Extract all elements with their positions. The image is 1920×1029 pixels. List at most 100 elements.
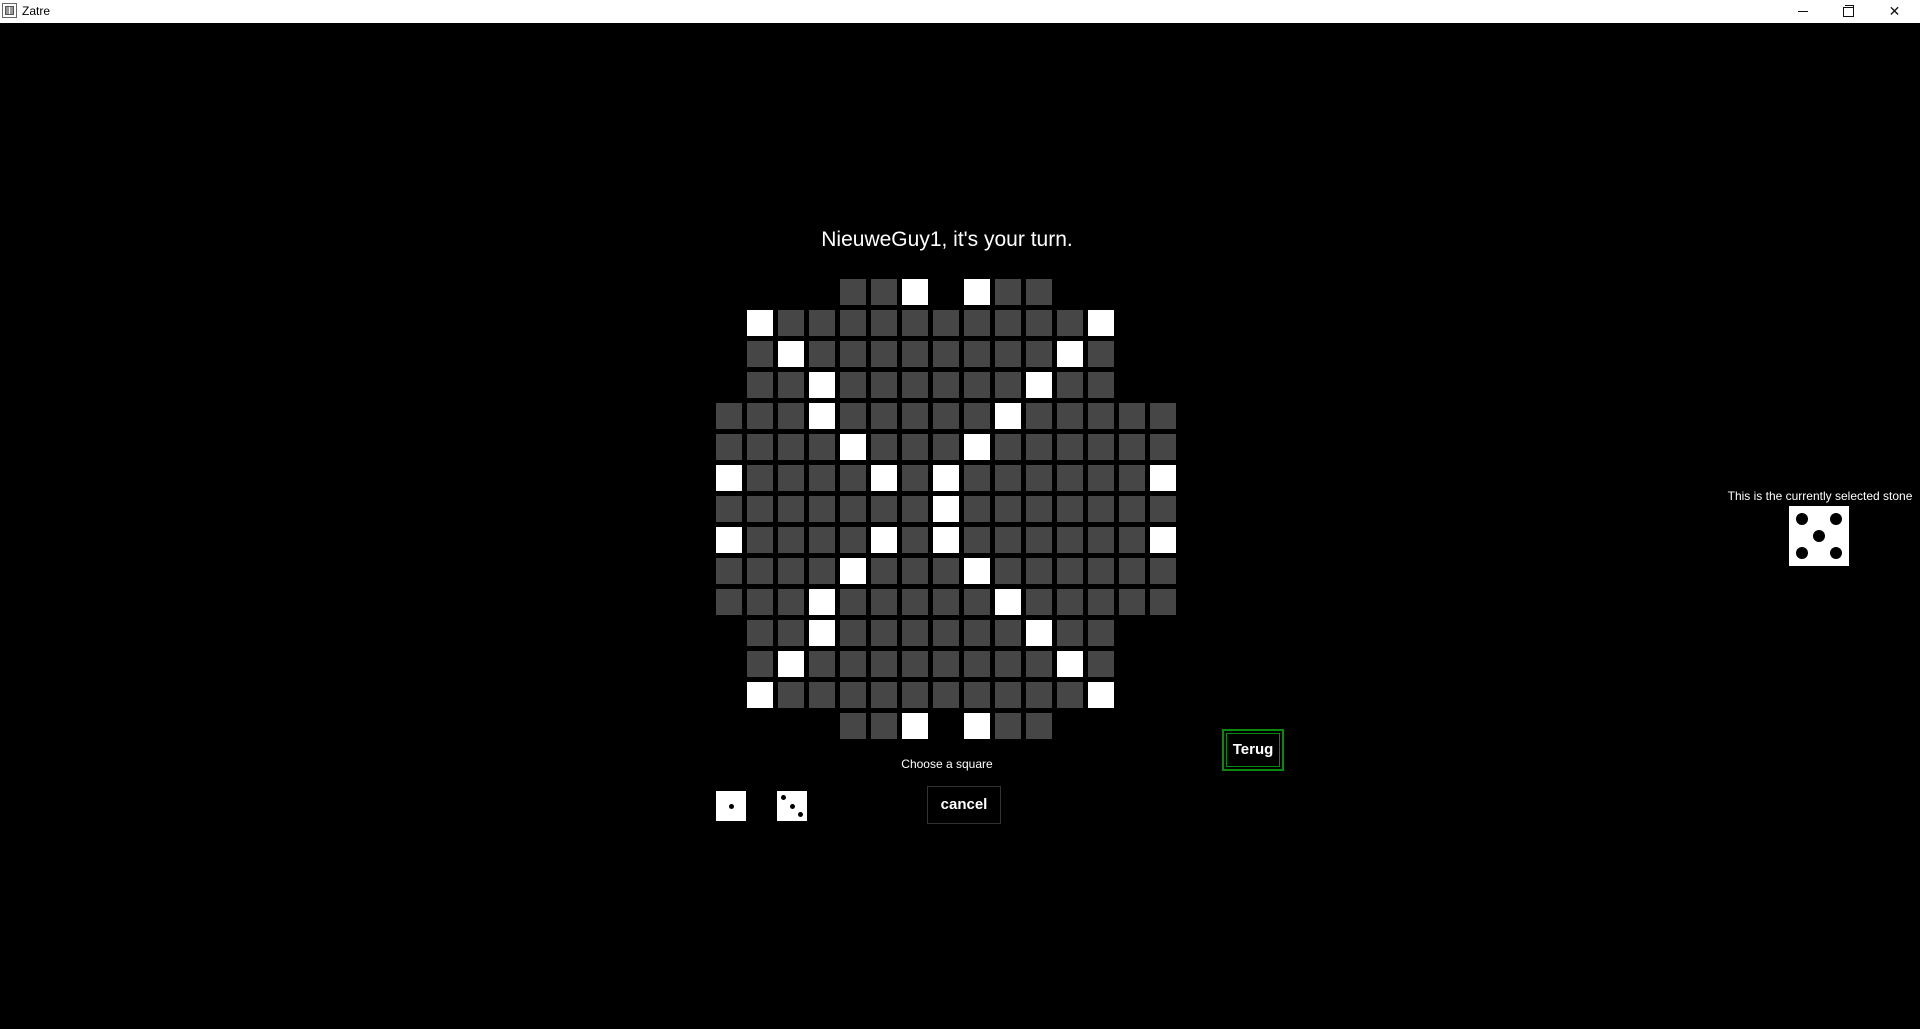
board-square[interactable]: [1056, 371, 1084, 399]
board-square-white[interactable]: [839, 557, 867, 585]
board-square[interactable]: [808, 557, 836, 585]
board-square[interactable]: [963, 650, 991, 678]
board-square[interactable]: [808, 681, 836, 709]
board-square[interactable]: [1056, 402, 1084, 430]
board-square[interactable]: [1025, 309, 1053, 337]
board-square[interactable]: [746, 495, 774, 523]
hand-stone-one[interactable]: [716, 791, 746, 821]
board-square-white[interactable]: [839, 433, 867, 461]
board-square[interactable]: [870, 712, 898, 740]
board-square[interactable]: [870, 619, 898, 647]
board-square[interactable]: [1149, 433, 1177, 461]
board-square[interactable]: [808, 650, 836, 678]
board-square[interactable]: [901, 557, 929, 585]
board-square[interactable]: [1056, 309, 1084, 337]
board-square[interactable]: [839, 712, 867, 740]
board-square[interactable]: [1056, 464, 1084, 492]
board-square-white[interactable]: [870, 526, 898, 554]
board-square[interactable]: [901, 650, 929, 678]
board-square-white[interactable]: [994, 402, 1022, 430]
board-square[interactable]: [1118, 495, 1146, 523]
board-square[interactable]: [1118, 557, 1146, 585]
board-square[interactable]: [932, 557, 960, 585]
board-square-white[interactable]: [932, 495, 960, 523]
board-square[interactable]: [1118, 588, 1146, 616]
board-square[interactable]: [839, 495, 867, 523]
board-square[interactable]: [715, 402, 743, 430]
board-square[interactable]: [746, 433, 774, 461]
board-square[interactable]: [839, 278, 867, 306]
board-square[interactable]: [870, 278, 898, 306]
board-square[interactable]: [777, 433, 805, 461]
board-square[interactable]: [746, 619, 774, 647]
board-square[interactable]: [994, 433, 1022, 461]
board-square-white[interactable]: [777, 340, 805, 368]
board-square[interactable]: [901, 588, 929, 616]
board-square[interactable]: [839, 340, 867, 368]
board-square-white[interactable]: [1056, 340, 1084, 368]
board-square-white[interactable]: [932, 464, 960, 492]
board-square[interactable]: [777, 557, 805, 585]
board-square[interactable]: [901, 340, 929, 368]
board-square-white[interactable]: [808, 371, 836, 399]
board-square[interactable]: [963, 526, 991, 554]
board-square-white[interactable]: [746, 681, 774, 709]
board-square[interactable]: [839, 309, 867, 337]
board-square[interactable]: [1025, 650, 1053, 678]
hand-stone-three[interactable]: [777, 791, 807, 821]
board-square[interactable]: [994, 557, 1022, 585]
board-square-white[interactable]: [1149, 526, 1177, 554]
close-button[interactable]: ✕: [1872, 0, 1917, 23]
board-square[interactable]: [839, 526, 867, 554]
restore-button[interactable]: [1826, 0, 1871, 23]
board-square[interactable]: [1025, 712, 1053, 740]
board-square[interactable]: [1149, 588, 1177, 616]
board-square-white[interactable]: [963, 433, 991, 461]
board-square[interactable]: [994, 464, 1022, 492]
board-square[interactable]: [870, 495, 898, 523]
board-square[interactable]: [839, 402, 867, 430]
board-square[interactable]: [1087, 433, 1115, 461]
board-square[interactable]: [994, 526, 1022, 554]
board-square[interactable]: [777, 681, 805, 709]
board-square[interactable]: [1056, 681, 1084, 709]
board-square[interactable]: [1118, 464, 1146, 492]
board-square[interactable]: [808, 495, 836, 523]
board-square[interactable]: [1025, 402, 1053, 430]
board-square[interactable]: [870, 402, 898, 430]
board-square[interactable]: [808, 340, 836, 368]
board-square[interactable]: [746, 371, 774, 399]
board-square[interactable]: [839, 650, 867, 678]
board-square-white[interactable]: [870, 464, 898, 492]
board-square[interactable]: [839, 464, 867, 492]
board-square[interactable]: [777, 371, 805, 399]
board-square[interactable]: [870, 557, 898, 585]
board-square[interactable]: [901, 402, 929, 430]
board-square[interactable]: [932, 588, 960, 616]
board-square[interactable]: [994, 681, 1022, 709]
board-square[interactable]: [1025, 588, 1053, 616]
board-square[interactable]: [1149, 495, 1177, 523]
board-square[interactable]: [1087, 588, 1115, 616]
board-square[interactable]: [715, 588, 743, 616]
board-square[interactable]: [870, 588, 898, 616]
minimize-button[interactable]: [1780, 0, 1825, 23]
board-square-white[interactable]: [746, 309, 774, 337]
board-square[interactable]: [746, 557, 774, 585]
board-square[interactable]: [932, 371, 960, 399]
board-square[interactable]: [777, 402, 805, 430]
board-square[interactable]: [746, 588, 774, 616]
board-square[interactable]: [777, 526, 805, 554]
board-square[interactable]: [1087, 464, 1115, 492]
board-square[interactable]: [777, 588, 805, 616]
board-square[interactable]: [963, 495, 991, 523]
board-square[interactable]: [839, 588, 867, 616]
board-square[interactable]: [963, 371, 991, 399]
cancel-button[interactable]: cancel: [927, 786, 1001, 824]
board-square[interactable]: [839, 619, 867, 647]
board-square[interactable]: [1056, 557, 1084, 585]
board-square[interactable]: [963, 309, 991, 337]
board-square-white[interactable]: [1025, 371, 1053, 399]
board-square[interactable]: [808, 526, 836, 554]
board-square[interactable]: [870, 371, 898, 399]
